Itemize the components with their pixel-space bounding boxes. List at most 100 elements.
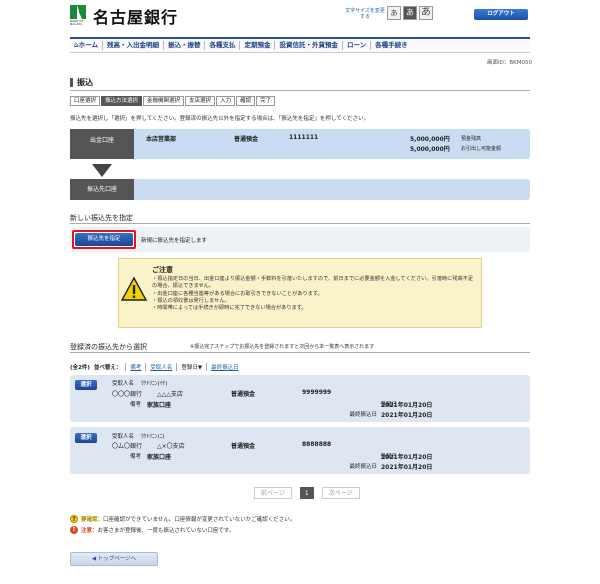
registered-title: 登録済の振込先から選択 [70,343,147,351]
last-date-label: 最終振込日 [349,412,377,418]
memo-label: 備考 [130,454,142,460]
font-size-small-button[interactable]: あ [387,6,401,20]
bank-logo-icon [70,5,86,19]
step-input: 入力 [216,96,236,106]
new-dest-panel [70,227,530,252]
nav-home[interactable]: ⌂ホーム [70,41,103,50]
notice-list: ・振込指定日の当日、出金口座より振込金額・手数料を引落いたしますので、前日までに… [152,276,474,312]
branch-name: △×〇支店 [157,443,185,450]
prev-page-button[interactable]: 前ページ [254,487,292,499]
font-size-label: 文字サイズを変更する [345,8,385,20]
nav-transfer[interactable]: 振込・振替 [164,41,206,50]
back-to-top-button[interactable]: ◀ トップページへ [70,552,158,566]
registered-note: ※振込完了ステップでお振込先を登録されますと次回から本一覧表へ表示されます [190,344,375,350]
step-bank-select: 金融機関選択 [143,96,185,106]
nav-time-deposit[interactable]: 定期預金 [240,41,276,50]
sort-label: 並べ替え： [93,365,122,371]
sort-memo-link[interactable]: 備考 [125,363,145,371]
nav-loan[interactable]: ローン [343,41,372,50]
current-page: 1 [299,487,314,499]
legend-label: 注意： [81,528,98,534]
step-indicator: 口座選択 振込方法選択 金融機関選択 支店選択 入力 確認 完了 [70,96,276,106]
step-confirm: 確認 [236,96,256,106]
instruction-text: 振込先を選択し「選択」を押してください。登録済の振込先以外を指定する場合は、「振… [70,116,370,122]
sort-recipient-link[interactable]: 受取人名 [145,363,176,371]
page-title: 振込 [70,78,93,87]
notice-item: ・時間帯によっては手続きが即時に完了できない場合があります。 [152,305,307,312]
source-available-label: お引出し可能金額 [461,146,502,152]
font-size-medium-button[interactable]: あ [403,6,417,20]
question-icon: ? [70,515,78,523]
sort-bar: (全2件) 並べ替え： 備考 受取人名 登録日▼ 最終振込日 [70,363,243,371]
source-branch: 本店営業部 [146,136,177,143]
notice-item: ・出金口座に各種当座等がある場合にお取引きできないことがあります。 [152,290,323,297]
registered-card [70,375,530,422]
notice-item: ・振込指定日の当日、出金口座より振込金額・手数料を引落いたしますので、前日までに… [152,276,474,290]
dest-account-label: 振込先口座 [70,179,134,200]
nav-procedures[interactable]: 各種手続き [371,41,412,50]
account-number: 8888888 [302,441,332,448]
next-page-button[interactable]: 次ページ [321,487,360,499]
bank-name-en: BANK OF NAGOYA [70,19,84,26]
select-button[interactable]: 選択 [75,433,97,443]
account-type: 普通預金 [231,443,256,450]
step-method-select: 振込方法選択 [101,96,143,106]
global-nav: ⌂ホーム 残高・入出金明細 振込・振替 各種支払 定期預金 投資信託・外貨預金 … [70,37,530,53]
result-count: (全2件) [70,365,90,371]
pagination: 前ページ 1 次ページ [250,487,364,499]
legend-text: お客さまが登録後、一度も振込されていない口座です。 [97,528,235,534]
legend-text: 口座確認ができていません。口座情報が変更されていないかご確認ください。 [103,517,296,523]
recipient-name: ｳｹﾄﾘﾆﾝ(ｲﾁ) [141,381,168,387]
bank-name: 名古屋銀行 [93,8,179,27]
bank-name-text: 〇ム〇銀行 [112,443,143,450]
nav-investment[interactable]: 投資信託・外貨預金 [275,41,343,50]
source-available: 5,000,000円 [410,146,450,153]
step-complete: 完了 [256,96,276,106]
caution-icon: ! [70,526,78,534]
specify-dest-button[interactable]: 振込先を指定 [72,230,136,249]
step-branch-select: 支店選択 [185,96,216,106]
nav-balance[interactable]: 残高・入出金明細 [103,41,164,50]
new-dest-desc: 新規に振込先を指定します [141,238,208,244]
source-account-label: 出金口座 [70,129,134,159]
sort-lastdate-link[interactable]: 最終振込日 [206,363,243,371]
last-date-label: 最終振込日 [349,464,377,470]
source-type: 普通預金 [234,136,259,143]
branch-name: △△△支店 [157,391,183,398]
warning-icon [121,277,147,301]
arrow-down-icon [92,164,112,177]
nav-payment[interactable]: 各種支払 [205,41,241,50]
logout-button[interactable]: ログアウト [474,9,528,20]
select-button[interactable]: 選択 [75,380,97,390]
account-number: 9999999 [302,389,332,396]
account-type: 普通預金 [231,391,256,398]
source-number: 1111111 [289,134,319,141]
memo-value: 家族口座 [147,454,172,461]
dest-account-row [70,179,530,200]
font-size-large-button[interactable]: あ [419,6,433,20]
registered-card [70,427,530,474]
legend-label: 要確認： [81,517,104,523]
screen-id: 画面ID：BKM050 [487,60,532,66]
divider [70,352,530,353]
sort-regdate-link[interactable]: 登録日▼ [176,363,206,371]
recipient-name: ｳｹﾄﾘﾆﾝ(ﾆ) [141,434,165,440]
specify-dest-label: 振込先を指定 [75,233,133,246]
reg-date: 2021年01月20日 [381,402,433,409]
new-dest-title: 新しい振込先を指定 [70,214,133,222]
last-date: 2021年01月20日 [381,412,433,419]
recipient-label: 受取人名 [112,434,135,440]
memo-value: 家族口座 [147,402,172,409]
memo-label: 備考 [130,402,142,408]
notice-title: ご注意 [152,266,173,274]
divider [70,223,530,224]
recipient-label: 受取人名 [112,381,135,387]
reg-date: 2021年01月20日 [381,454,433,461]
source-balance-label: 預金残高 [461,136,482,142]
bank-name-text: 〇〇〇銀行 [112,391,143,398]
source-balance: 5,000,000円 [410,136,450,143]
legend-caution: ! 注意： お客さまが登録後、一度も振込されていない口座です。 [70,526,234,534]
legend-confirm: ? 要確認： 口座確認ができていません。口座情報が変更されていないかご確認くださ… [70,515,295,523]
divider [70,90,530,91]
last-date: 2021年01月20日 [381,464,433,471]
